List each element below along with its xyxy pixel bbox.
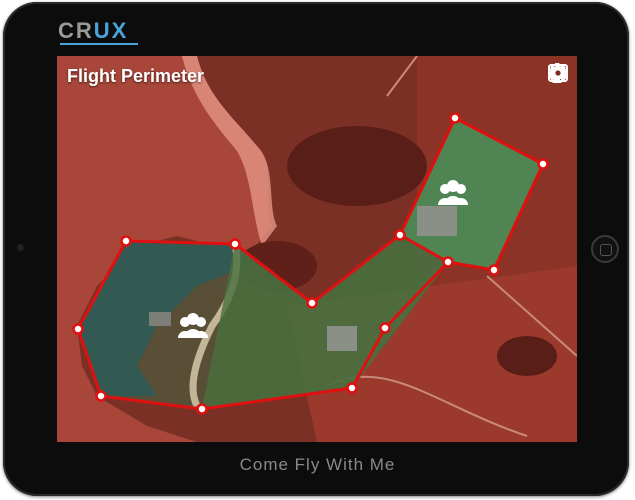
vertex-handle[interactable] <box>196 403 208 415</box>
vertex-handle[interactable] <box>306 297 318 309</box>
trees-north <box>287 126 427 206</box>
home-button[interactable] <box>591 235 619 263</box>
building-manor <box>417 206 457 236</box>
map-screen[interactable]: Flight Perimeter <box>57 56 577 442</box>
page-title: Flight Perimeter <box>67 66 205 86</box>
vertex-handle[interactable] <box>229 238 241 250</box>
gear-icon[interactable] <box>547 62 569 84</box>
vertex-handle[interactable] <box>72 323 84 335</box>
vertex-handle[interactable] <box>394 229 406 241</box>
brand-logo-part2: UX <box>93 18 129 43</box>
map-canvas[interactable] <box>57 56 577 442</box>
vertex-handle[interactable] <box>379 322 391 334</box>
vertex-handle[interactable] <box>346 382 358 394</box>
vertex-handle[interactable] <box>95 390 107 402</box>
vertex-handle[interactable] <box>120 235 132 247</box>
tagline: Come Fly With Me <box>239 455 396 474</box>
brand-underline <box>60 43 138 45</box>
camera-dot <box>17 244 24 251</box>
building-house <box>327 326 357 351</box>
vertex-handle[interactable] <box>442 256 454 268</box>
building-boathouse <box>149 312 171 326</box>
brand-logo-part1: CR <box>58 18 94 43</box>
trees-east <box>497 336 557 376</box>
brand-logo: CRUX <box>58 18 128 44</box>
vertex-handle[interactable] <box>488 264 500 276</box>
vertex-handle[interactable] <box>449 112 461 124</box>
vertex-handle[interactable] <box>537 158 549 170</box>
